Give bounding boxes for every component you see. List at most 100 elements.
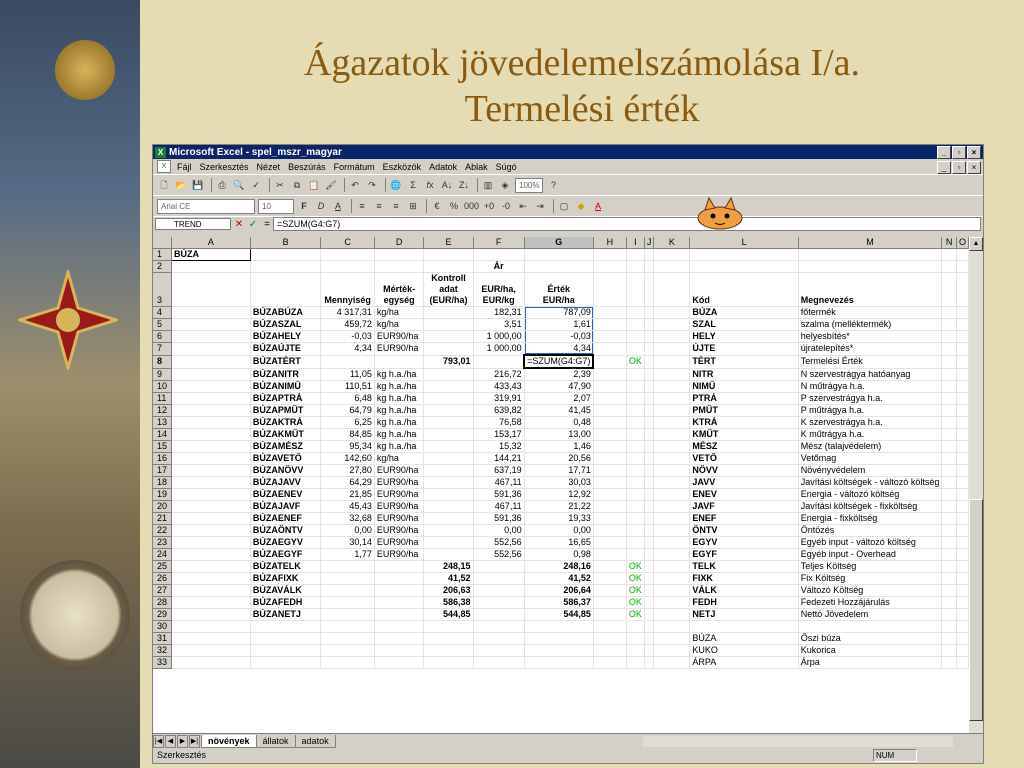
new-icon[interactable]: 🗋 [157, 177, 171, 193]
cell-K[interactable] [653, 572, 691, 585]
cell[interactable] [653, 260, 691, 273]
cell-C[interactable]: 45,43 [320, 500, 375, 513]
cell-E[interactable] [423, 656, 474, 669]
cell-I[interactable] [626, 392, 645, 405]
cell-I[interactable]: OK [626, 584, 645, 597]
first-sheet-icon[interactable]: |◀ [153, 734, 164, 748]
cell-D[interactable]: EUR90/ha [374, 464, 425, 477]
cell-M[interactable]: Árpa [798, 656, 943, 669]
cell-L[interactable]: FEDH [689, 596, 799, 609]
cell-C[interactable]: 142,60 [320, 452, 375, 465]
cell-K[interactable] [653, 608, 691, 621]
cell-K[interactable] [653, 428, 691, 441]
cell-H[interactable] [593, 440, 627, 453]
cell-H[interactable] [593, 330, 627, 343]
cell-M[interactable]: Javítási költségek - fixköltség [798, 500, 943, 513]
cell-K[interactable] [653, 596, 691, 609]
office-assistant-cat-icon[interactable] [695, 196, 745, 230]
doc-maximize-button[interactable]: ▫ [952, 161, 966, 174]
row-header[interactable]: 16 [153, 452, 172, 465]
cell-H[interactable] [593, 488, 627, 501]
cell-I[interactable] [626, 656, 645, 669]
cell-N[interactable] [941, 644, 957, 657]
cell-H[interactable] [593, 452, 627, 465]
cell-I[interactable]: OK [626, 560, 645, 573]
cell-F[interactable]: 153,17 [473, 428, 525, 441]
cell[interactable] [171, 620, 251, 633]
cell-J[interactable] [644, 608, 655, 621]
cell-L[interactable]: PTRÁ [689, 392, 799, 405]
cell-K[interactable] [653, 488, 691, 501]
cell[interactable] [644, 260, 655, 273]
cell-N[interactable] [941, 464, 957, 477]
formula-input[interactable]: =SZUM(G4:G7) [273, 217, 981, 231]
cell-B[interactable]: BÚZATÉRT [250, 355, 322, 369]
cell-G[interactable]: 4,34 [524, 342, 594, 356]
cell-H[interactable] [593, 318, 627, 331]
cell-B[interactable]: BÚZANETJ [250, 608, 322, 621]
column-header-F[interactable]: F [473, 237, 525, 249]
cell-C[interactable] [320, 596, 375, 609]
cell-H[interactable] [593, 560, 627, 573]
row-header[interactable]: 31 [153, 632, 172, 645]
cell-N[interactable] [941, 355, 957, 369]
cell-C[interactable]: 32,68 [320, 512, 375, 525]
cell-M[interactable]: Vetőmag [798, 452, 943, 465]
cell-F[interactable] [473, 596, 525, 609]
close-button[interactable]: × [967, 146, 981, 159]
cell-O[interactable] [956, 572, 969, 585]
cell[interactable] [171, 318, 251, 331]
cell[interactable] [171, 632, 251, 645]
cell-O[interactable] [956, 464, 969, 477]
cell-L[interactable]: EGYF [689, 548, 799, 561]
cell[interactable] [653, 248, 691, 261]
cell-L[interactable]: NÖVV [689, 464, 799, 477]
cell-F[interactable]: 76,58 [473, 416, 525, 429]
cell-F[interactable]: 467,11 [473, 500, 525, 513]
cell[interactable] [423, 260, 474, 273]
cell-D[interactable] [374, 560, 425, 573]
cell-I[interactable]: OK [626, 572, 645, 585]
cell-L[interactable]: ENEF [689, 512, 799, 525]
currency-icon[interactable]: € [430, 198, 444, 214]
cell-F[interactable] [473, 584, 525, 597]
cell-D[interactable]: EUR90/ha [374, 476, 425, 489]
cell-B[interactable]: BÚZAÚJTE [250, 342, 322, 356]
cell-L[interactable]: NITR [689, 368, 799, 381]
print-preview-icon[interactable]: 🔍 [232, 177, 246, 193]
row-header[interactable]: 32 [153, 644, 172, 657]
cell-D[interactable]: kg h.a./ha [374, 368, 425, 381]
cell-G[interactable]: 248,16 [524, 560, 594, 573]
cell-M[interactable]: Öntözés [798, 524, 943, 537]
cell-J[interactable] [644, 330, 655, 343]
cell-O[interactable] [956, 656, 969, 669]
cell-K[interactable] [653, 368, 691, 381]
italic-icon[interactable]: D [314, 198, 328, 214]
cell-E[interactable]: 206,63 [423, 584, 474, 597]
cell-H[interactable] [593, 512, 627, 525]
row-header[interactable]: 19 [153, 488, 172, 501]
cell-B[interactable] [250, 644, 322, 657]
cell-L[interactable]: KTRÁ [689, 416, 799, 429]
cell-B[interactable]: BÚZAPTRÁ [250, 392, 322, 405]
cell[interactable] [689, 248, 799, 261]
cell-L[interactable]: TÉRT [689, 355, 799, 369]
borders-icon[interactable]: ▢ [557, 198, 571, 214]
cell-C[interactable]: 4 317,31 [320, 306, 375, 319]
cell-D[interactable]: EUR90/ha [374, 524, 425, 537]
cell-C[interactable]: 84,85 [320, 428, 375, 441]
cell[interactable] [171, 596, 251, 609]
cell[interactable] [171, 368, 251, 381]
cell-N[interactable] [941, 440, 957, 453]
cell-O[interactable] [956, 404, 969, 417]
cell-I[interactable] [626, 342, 645, 356]
cell[interactable] [798, 260, 943, 273]
cell-M[interactable]: K műtrágya h.a. [798, 428, 943, 441]
cell-B[interactable]: BÚZANIMŰ [250, 380, 322, 393]
cell-F[interactable]: 591,36 [473, 488, 525, 501]
cell-D[interactable]: kg/ha [374, 452, 425, 465]
cell-N[interactable] [941, 428, 957, 441]
cell-O[interactable] [956, 355, 969, 369]
cell-I[interactable] [626, 330, 645, 343]
cell[interactable] [626, 260, 645, 273]
